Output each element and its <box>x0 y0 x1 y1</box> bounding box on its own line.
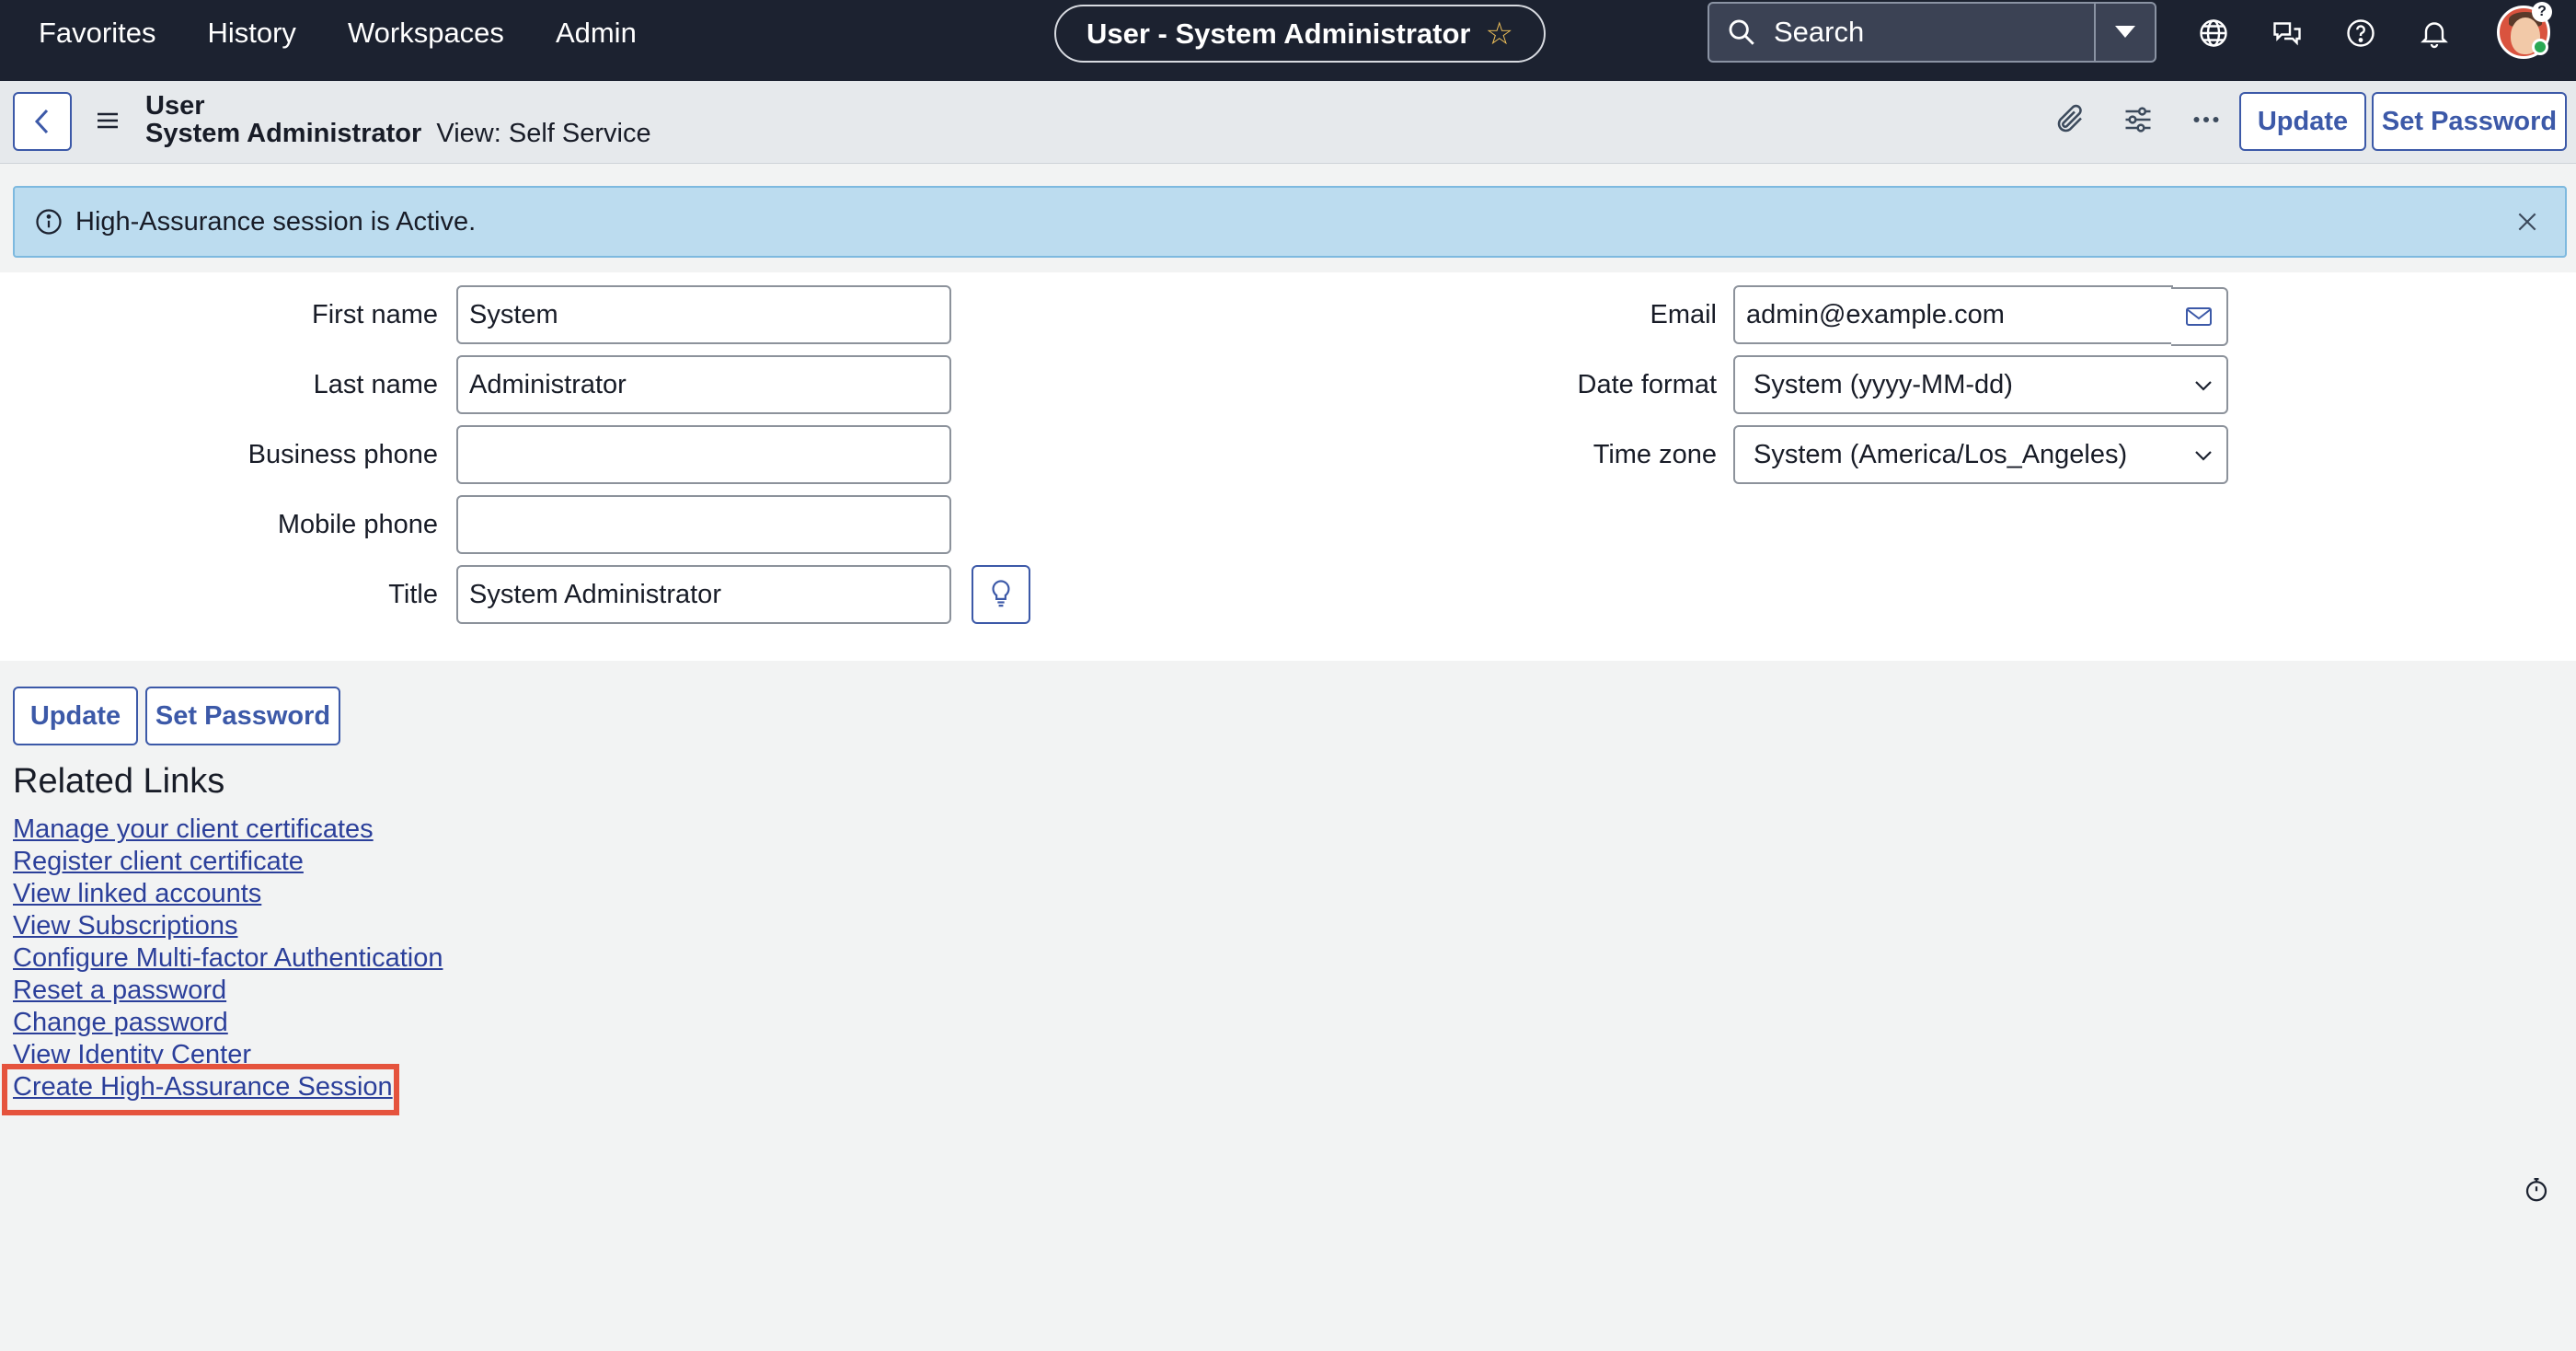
view-label: View: Self Service <box>436 119 651 148</box>
lightbulb-icon <box>992 580 1010 607</box>
send-email-button[interactable] <box>2171 287 2228 346</box>
impersonation-badge-icon: ? <box>2532 2 2552 22</box>
search-input[interactable]: Search <box>1774 16 2094 49</box>
top-navigation-bar: Favorites History Workspaces Admin User … <box>0 0 2576 81</box>
table-label: User <box>145 91 205 121</box>
mobile-phone-label: Mobile phone <box>277 510 438 539</box>
last-name-field[interactable]: Administrator <box>456 355 951 414</box>
title-suggestion-button[interactable] <box>972 565 1030 624</box>
context-title: User - System Administrator <box>1087 17 1471 50</box>
email-label: Email <box>1650 300 1717 329</box>
chevron-left-icon <box>34 109 49 134</box>
time-zone-select[interactable]: System (America/Los_Angeles) <box>1733 425 2228 484</box>
form-header: User System Administrator View: Self Ser… <box>0 81 2576 164</box>
link-view-linked-accounts[interactable]: View linked accounts <box>13 878 443 910</box>
time-zone-label: Time zone <box>1593 440 1717 469</box>
caret-down-icon <box>2115 26 2135 38</box>
nav-admin[interactable]: Admin <box>556 17 637 50</box>
paperclip-icon[interactable] <box>2053 103 2087 136</box>
date-format-label: Date format <box>1577 370 1718 399</box>
info-icon <box>36 209 62 235</box>
context-title-pill[interactable]: User - System Administrator ☆ <box>1054 5 1546 63</box>
close-icon[interactable] <box>2515 210 2539 234</box>
star-icon[interactable]: ☆ <box>1486 16 1513 52</box>
presence-status-icon <box>2532 39 2548 55</box>
header-icons <box>2053 103 2223 136</box>
global-search[interactable]: Search <box>1708 2 2156 63</box>
title-label: Title <box>388 580 438 609</box>
record-subtitle: System Administrator View: Self Service <box>145 120 651 147</box>
nav-menu: Favorites History Workspaces Admin <box>39 0 637 66</box>
info-banner: High-Assurance session is Active. <box>13 186 2567 258</box>
banner-message: High-Assurance session is Active. <box>75 206 477 237</box>
context-menu-icon[interactable] <box>96 110 120 131</box>
first-name-label: First name <box>312 300 438 329</box>
link-reset-password[interactable]: Reset a password <box>13 975 443 1007</box>
chat-icon[interactable] <box>2271 17 2304 50</box>
business-phone-label: Business phone <box>247 440 438 469</box>
search-scope-dropdown[interactable] <box>2094 4 2155 61</box>
first-name-field[interactable]: System <box>456 285 951 344</box>
link-change-password[interactable]: Change password <box>13 1007 443 1039</box>
update-button[interactable]: Update <box>13 687 138 745</box>
related-links-list: Manage your client certificates Register… <box>13 814 443 1103</box>
chevron-down-icon <box>2195 381 2212 391</box>
mobile-phone-field[interactable] <box>456 495 951 554</box>
title-field[interactable]: System Administrator <box>456 565 951 624</box>
more-options-icon[interactable] <box>2190 103 2223 136</box>
date-format-select[interactable]: System (yyyy-MM-dd) <box>1733 355 2228 414</box>
set-password-button[interactable]: Set Password <box>145 687 340 745</box>
chevron-down-icon <box>2195 451 2212 461</box>
set-password-button-header[interactable]: Set Password <box>2372 92 2567 151</box>
search-icon <box>1729 19 1754 45</box>
mail-icon <box>2186 307 2212 326</box>
related-links-title: Related Links <box>13 762 225 801</box>
business-phone-field[interactable] <box>456 425 951 484</box>
date-format-value: System (yyyy-MM-dd) <box>1754 369 2013 399</box>
link-manage-client-certificates[interactable]: Manage your client certificates <box>13 814 443 846</box>
update-button-header[interactable]: Update <box>2239 92 2366 151</box>
link-configure-mfa[interactable]: Configure Multi-factor Authentication <box>13 942 443 975</box>
back-button[interactable] <box>13 92 72 151</box>
settings-sliders-icon[interactable] <box>2122 103 2155 136</box>
nav-workspaces[interactable]: Workspaces <box>348 17 504 50</box>
record-title: User System Administrator View: Self Ser… <box>145 92 651 147</box>
link-register-client-certificate[interactable]: Register client certificate <box>13 846 443 878</box>
last-name-label: Last name <box>313 370 438 399</box>
link-view-subscriptions[interactable]: View Subscriptions <box>13 910 443 942</box>
globe-icon[interactable] <box>2197 17 2230 50</box>
bell-icon[interactable] <box>2418 17 2451 50</box>
record-name: System Administrator <box>145 119 422 148</box>
email-field[interactable]: admin@example.com <box>1733 285 2173 344</box>
highlight-box <box>2 1064 399 1115</box>
time-zone-value: System (America/Los_Angeles) <box>1754 439 2128 469</box>
stopwatch-icon[interactable] <box>2523 1176 2550 1204</box>
help-icon[interactable] <box>2344 17 2377 50</box>
nav-history[interactable]: History <box>207 17 295 50</box>
nav-icons <box>2197 11 2451 55</box>
nav-favorites[interactable]: Favorites <box>39 17 155 50</box>
